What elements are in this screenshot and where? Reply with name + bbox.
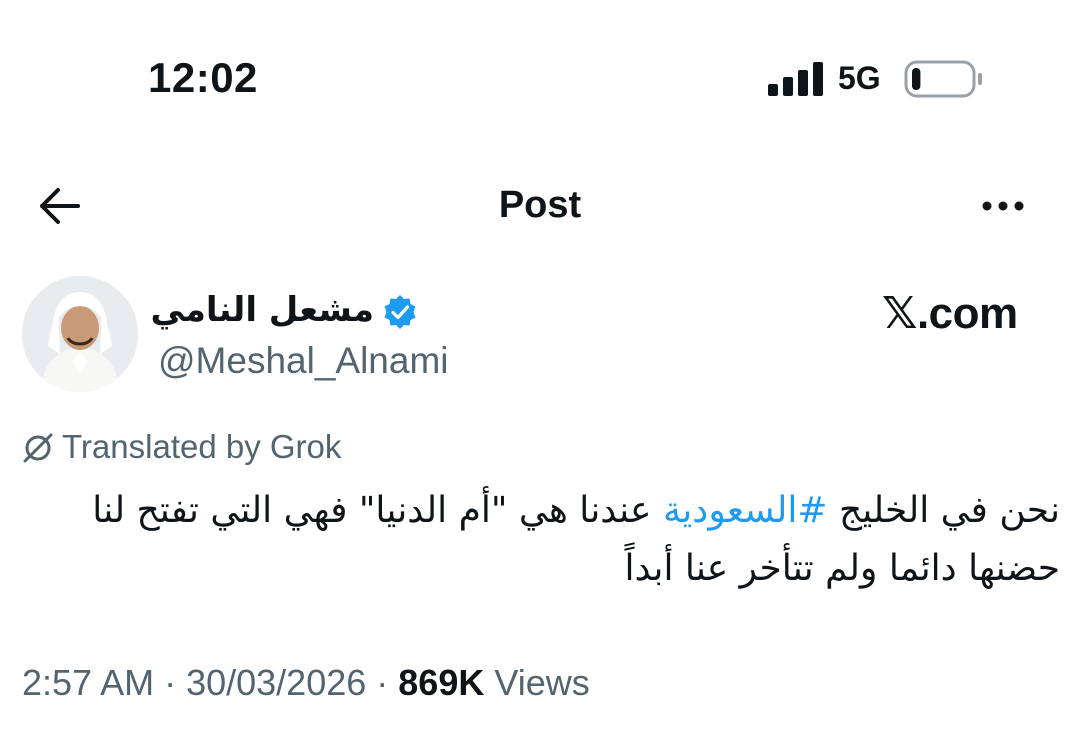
post-text: نحن في الخليج #السعودية عندنا هي "أم الد… <box>20 482 1060 598</box>
signal-strength-icon <box>768 62 823 96</box>
author-name[interactable]: مشعل النامي <box>150 290 374 330</box>
views-label: Views <box>484 662 590 703</box>
post-time: 2:57 AM <box>22 662 155 703</box>
page-title: Post <box>498 184 582 226</box>
battery-icon <box>904 60 982 98</box>
hashtag-link[interactable]: #السعودية <box>663 490 828 531</box>
views-count[interactable]: 869K <box>398 662 484 703</box>
post-text-before: نحن في الخليج <box>827 490 1060 531</box>
meta-separator: · <box>154 662 187 703</box>
post-meta: 2:57 AM · 30/03/2026 · 869K Views <box>22 662 590 704</box>
meta-separator: · <box>366 662 399 703</box>
translate-icon <box>23 433 53 463</box>
avatar-image <box>22 276 138 392</box>
network-type: 5G <box>838 60 881 96</box>
translated-by-label[interactable]: Translated by Grok <box>62 428 341 466</box>
x-com-watermark: 𝕏.com <box>882 289 1018 338</box>
verified-badge-icon <box>384 295 416 329</box>
post-date: 30/03/2026 <box>186 662 367 703</box>
status-time: 12:02 <box>148 54 258 101</box>
more-horizontal-icon[interactable] <box>978 192 1028 220</box>
author-handle[interactable]: @Meshal_Alnami <box>158 340 449 382</box>
avatar[interactable] <box>22 276 138 392</box>
